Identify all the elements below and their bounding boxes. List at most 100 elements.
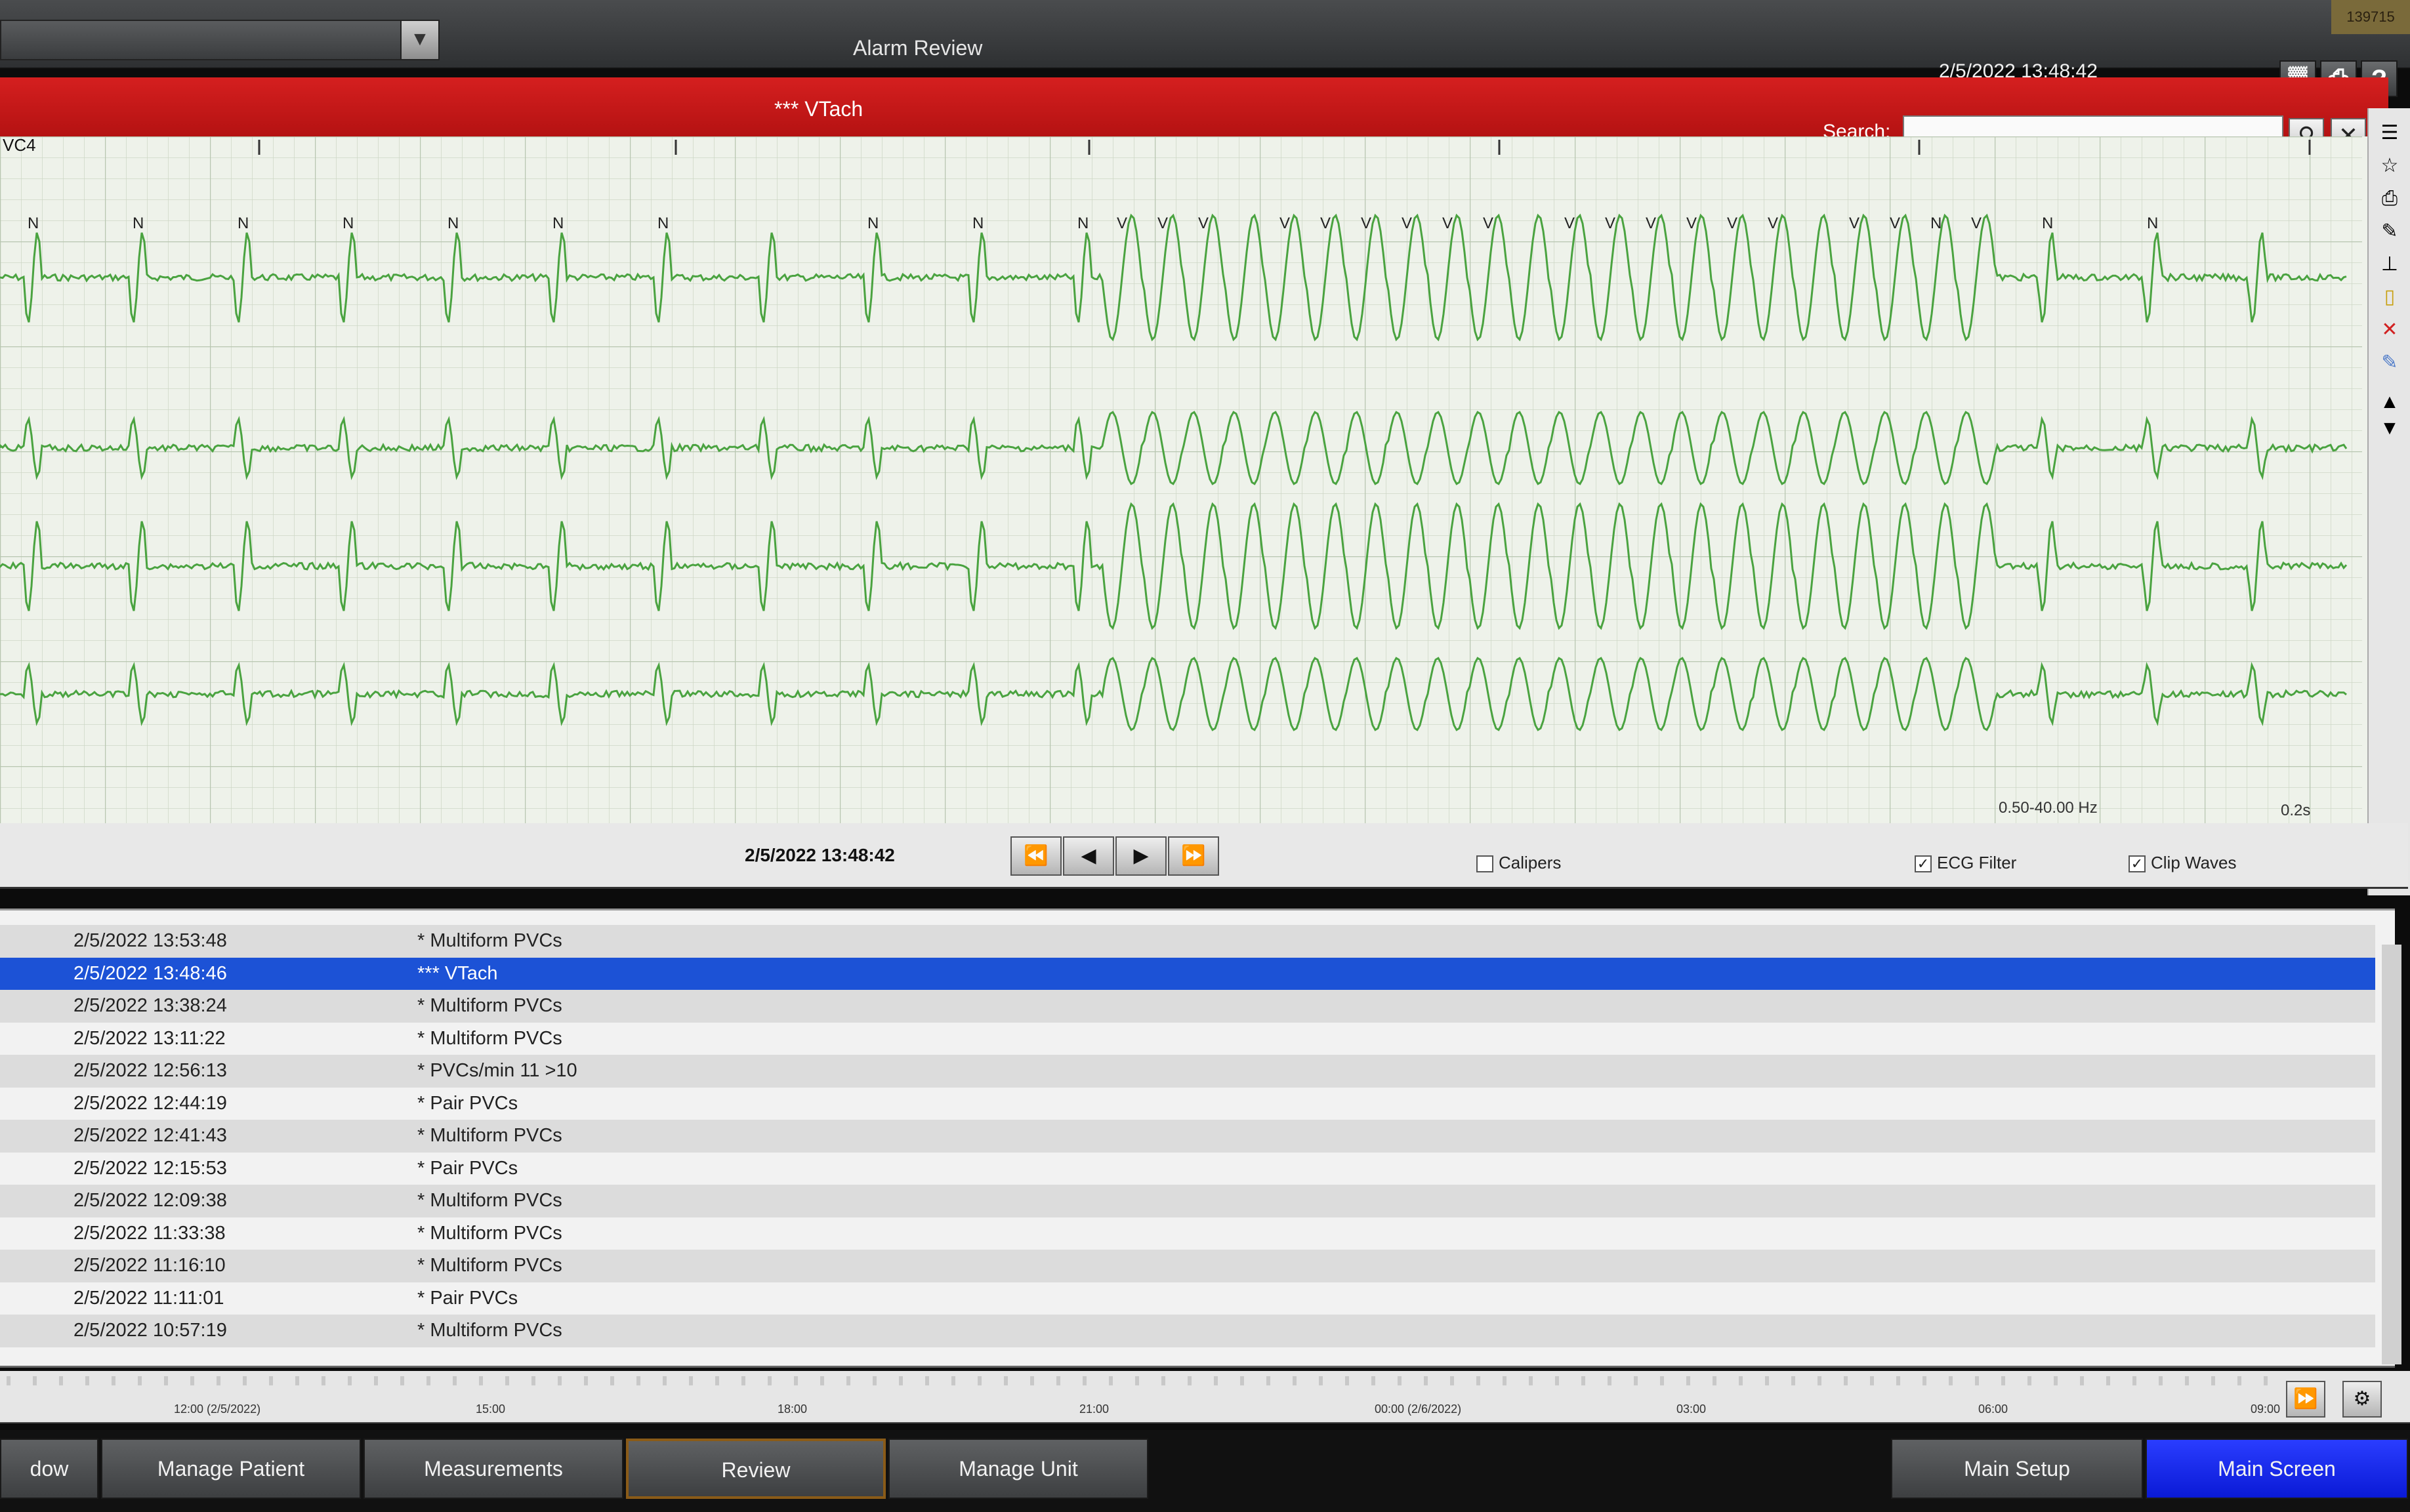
scroll-up-icon[interactable]: ▲: [2378, 390, 2401, 414]
manage-unit-button[interactable]: Manage Unit: [888, 1439, 1148, 1499]
print-icon[interactable]: ⎙: [2378, 187, 2401, 211]
timeline-alarm-mark: [1371, 1376, 1375, 1385]
event-row[interactable]: 2/5/2022 10:57:19 * Multiform PVCs: [0, 1315, 2375, 1347]
main-setup-button[interactable]: Main Setup: [1891, 1439, 2143, 1499]
timeline-alarm-mark: [2159, 1376, 2163, 1385]
beat-label: N: [133, 215, 144, 232]
alarm-timeline[interactable]: [0, 1371, 2410, 1423]
ecg-filter-box[interactable]: ✓: [1915, 855, 1932, 873]
timeline-alarm-mark: [217, 1376, 220, 1385]
gear-icon[interactable]: ⚙: [2342, 1381, 2382, 1418]
event-row[interactable]: 2/5/2022 13:48:46 *** VTach: [0, 957, 2375, 990]
timeline-alarm-mark: [138, 1376, 142, 1385]
timeline-alarm-mark: [1293, 1376, 1297, 1385]
timeline-alarm-mark: [1424, 1376, 1428, 1385]
list-icon[interactable]: ☰: [2378, 121, 2401, 145]
note-icon[interactable]: ▯: [2378, 285, 2401, 309]
timeline-alarm-mark: [1004, 1376, 1008, 1385]
measurements-button[interactable]: Measurements: [364, 1439, 623, 1499]
clip-waves-box[interactable]: ✓: [2129, 855, 2146, 873]
beat-label: V: [1483, 215, 1493, 232]
event-row[interactable]: 2/5/2022 13:53:48 * Multiform PVCs: [0, 925, 2375, 958]
event-time: 2/5/2022 13:38:24: [73, 995, 227, 1016]
event-time: 2/5/2022 10:57:19: [73, 1320, 227, 1341]
event-name: * Multiform PVCs: [417, 1222, 562, 1244]
clip-waves-checkbox[interactable]: ✓ Clip Waves: [2129, 853, 2237, 873]
record-icon[interactable]: ✎: [2378, 220, 2401, 243]
event-row[interactable]: 2/5/2022 11:16:10 * Multiform PVCs: [0, 1250, 2375, 1282]
unit-select[interactable]: ▼: [0, 20, 440, 60]
main-screen-button[interactable]: Main Screen: [2146, 1439, 2408, 1499]
beat-label: V: [1605, 215, 1615, 232]
step-back-button[interactable]: ◀: [1063, 836, 1114, 876]
manage-patient-button[interactable]: Manage Patient: [101, 1439, 361, 1499]
beat-label: N: [2147, 215, 2158, 232]
timeline-alarm-mark: [1214, 1376, 1218, 1385]
delete-icon[interactable]: ✕: [2378, 318, 2401, 342]
event-row[interactable]: 2/5/2022 11:33:38 * Multiform PVCs: [0, 1217, 2375, 1250]
event-row[interactable]: 2/5/2022 13:11:22 * Multiform PVCs: [0, 1023, 2375, 1055]
step-forward-button[interactable]: ▶: [1115, 836, 1167, 876]
ecg-filter-checkbox[interactable]: ✓ ECG Filter: [1915, 853, 2016, 873]
beat-label: N: [1077, 215, 1089, 232]
timeline-alarm-mark: [1161, 1376, 1165, 1385]
beat-label: V: [1646, 215, 1656, 232]
event-row[interactable]: 2/5/2022 13:38:24 * Multiform PVCs: [0, 990, 2375, 1023]
window-title: Alarm Review: [853, 36, 983, 60]
timeline-alarm-mark: [2054, 1376, 2058, 1385]
star-icon[interactable]: ☆: [2378, 154, 2401, 178]
timeline-alarm-mark: [610, 1376, 614, 1385]
event-time: 2/5/2022 12:44:19: [73, 1092, 227, 1114]
event-row[interactable]: 2/5/2022 12:15:53 * Pair PVCs: [0, 1153, 2375, 1185]
beat-label: V: [1442, 215, 1453, 232]
timeline-alarm-mark: [820, 1376, 824, 1385]
timeline-alarm-mark: [1529, 1376, 1533, 1385]
window-button[interactable]: dow: [0, 1439, 98, 1499]
rewind-button[interactable]: ⏪: [1010, 836, 1062, 876]
event-row[interactable]: 2/5/2022 12:44:19 * Pair PVCs: [0, 1088, 2375, 1120]
event-name: *** VTach: [417, 962, 498, 984]
timeline-alarm-mark: [2001, 1376, 2005, 1385]
list-scrollbar[interactable]: [2382, 945, 2401, 1364]
beat-label: N: [28, 215, 39, 232]
event-row[interactable]: 2/5/2022 12:41:43 * Multiform PVCs: [0, 1120, 2375, 1153]
lead-label: VC4: [3, 135, 36, 155]
timeline-label: 15:00: [476, 1402, 506, 1416]
beat-label: V: [1361, 215, 1371, 232]
time-scale: 0.2s: [2281, 802, 2311, 819]
timeline-alarm-mark: [479, 1376, 483, 1385]
event-time: 2/5/2022 12:09:38: [73, 1190, 227, 1211]
beat-label: N: [238, 215, 249, 232]
timeline-alarm-mark: [899, 1376, 903, 1385]
timeline-alarm-mark: [1870, 1376, 1874, 1385]
timeline-label: 12:00 (2/5/2022): [174, 1402, 261, 1416]
beat-label: V: [1320, 215, 1331, 232]
event-row[interactable]: 2/5/2022 12:56:13 * PVCs/min 11 >10: [0, 1055, 2375, 1088]
timeline-alarm-mark: [1503, 1376, 1506, 1385]
timeline-alarm-mark: [2132, 1376, 2136, 1385]
edit-icon[interactable]: ✎: [2378, 351, 2401, 375]
timeline-alarm-mark: [348, 1376, 352, 1385]
timeline-alarm-mark: [2106, 1376, 2110, 1385]
event-time: 2/5/2022 12:56:13: [73, 1060, 227, 1081]
calipers-box[interactable]: [1476, 855, 1493, 873]
ecg-filter-label: ECG Filter: [1937, 853, 2017, 872]
beat-label: V: [1849, 215, 1859, 232]
timeline-forward-button[interactable]: ⏩: [2286, 1381, 2325, 1418]
calipers-checkbox[interactable]: Calipers: [1476, 853, 1561, 873]
event-row[interactable]: 2/5/2022 11:11:01 * Pair PVCs: [0, 1282, 2375, 1315]
event-time: 2/5/2022 11:11:01: [73, 1287, 224, 1309]
timeline-alarm-mark: [1660, 1376, 1664, 1385]
timeline-alarm-mark: [951, 1376, 955, 1385]
beat-label: V: [1768, 215, 1778, 232]
event-row[interactable]: 2/5/2022 12:09:38 * Multiform PVCs: [0, 1185, 2375, 1217]
review-button[interactable]: Review: [626, 1439, 886, 1499]
event-name: * Multiform PVCs: [417, 1320, 562, 1341]
timeline-alarm-mark: [453, 1376, 457, 1385]
caliper-icon[interactable]: ⊥: [2378, 253, 2401, 276]
timeline-alarm-mark: [1634, 1376, 1638, 1385]
scroll-down-icon[interactable]: ▼: [2378, 417, 2401, 440]
alarm-title: *** VTach: [774, 97, 863, 121]
fast-forward-button[interactable]: ⏩: [1168, 836, 1219, 876]
chevron-down-icon[interactable]: ▼: [400, 21, 438, 59]
